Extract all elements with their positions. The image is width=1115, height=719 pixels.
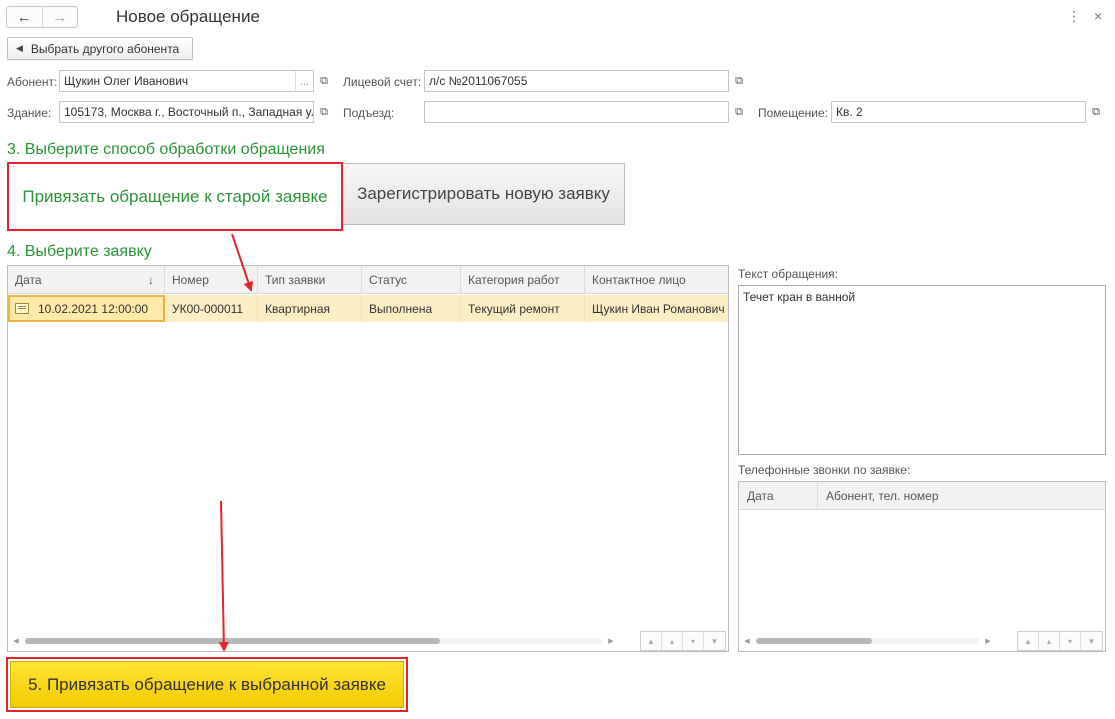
scroll-right-icon[interactable]: ▶ [606, 637, 616, 645]
account-field[interactable]: л/с №2011067055 [424, 70, 729, 92]
open-subscriber-icon[interactable]: ⧉ [315, 70, 333, 92]
calls-next-icon[interactable]: ▾ [1060, 632, 1081, 650]
calls-scroll-right-icon[interactable]: ▶ [983, 637, 993, 645]
horizontal-scrollbar[interactable]: ◀ ▶ [11, 636, 616, 646]
appeal-text-field[interactable]: Течет кран в ванной [738, 285, 1106, 455]
calls-column-subscriber[interactable]: Абонент, тел. номер [818, 482, 1105, 510]
back-arrow-icon[interactable]: ← [7, 7, 42, 27]
column-header-status[interactable]: Статус [362, 266, 461, 294]
step3-heading: 3. Выберите способ обработки обращения [7, 141, 325, 158]
first-page-icon[interactable]: ▲ [641, 632, 662, 650]
calls-table-header: Дата Абонент, тел. номер [739, 482, 1105, 510]
history-nav: ← → [6, 6, 78, 28]
open-room-icon[interactable]: ⧉ [1087, 101, 1105, 123]
choose-other-subscriber-label: Выбрать другого абонента [30, 41, 180, 56]
calls-nav-buttons: ▲ ▴ ▾ ▼ [1017, 631, 1103, 651]
cell-type[interactable]: Квартирная [258, 295, 362, 322]
prev-page-icon[interactable]: ▴ [662, 632, 683, 650]
cell-date[interactable]: 10.02.2021 12:00:00 [8, 295, 165, 322]
cell-category[interactable]: Текущий ремонт [461, 295, 585, 322]
room-value: Кв. 2 [836, 105, 863, 119]
account-label: Лицевой счет: [343, 75, 422, 89]
next-page-icon[interactable]: ▾ [683, 632, 704, 650]
more-menu-icon[interactable]: ⋮ [1067, 8, 1081, 25]
cell-contact[interactable]: Щукин Иван Романович [585, 295, 728, 322]
room-field[interactable]: Кв. 2 [831, 101, 1086, 123]
bind-to-selected-request-button[interactable]: 5. Привязать обращение к выбранной заявк… [6, 657, 408, 712]
column-header-date[interactable]: Дата ↓ [8, 266, 165, 294]
calls-scroll-left-icon[interactable]: ◀ [742, 637, 752, 645]
forward-arrow-icon[interactable]: → [41, 7, 78, 27]
register-new-request-option[interactable]: Зарегистрировать новую заявку [343, 163, 625, 225]
table-row[interactable]: 10.02.2021 12:00:00 УК00-000011 Квартирн… [8, 295, 728, 322]
calls-first-icon[interactable]: ▲ [1018, 632, 1039, 650]
cell-status[interactable]: Выполнена [362, 295, 461, 322]
select-dots-button[interactable]: ... [295, 71, 313, 91]
open-account-icon[interactable]: ⧉ [730, 70, 748, 92]
scroll-thumb[interactable] [25, 638, 441, 644]
appeal-text-label: Текст обращения: [738, 267, 839, 281]
building-value: 105173, Москва г., Восточный п., Западна… [64, 105, 313, 119]
table-nav-buttons: ▲ ▴ ▾ ▼ [640, 631, 726, 651]
requests-table-header: Дата ↓ Номер Тип заявки Статус Категория… [8, 266, 728, 294]
step4-heading: 4. Выберите заявку [7, 243, 152, 260]
subscriber-field[interactable]: Щукин Олег Иванович ... [59, 70, 314, 92]
room-label: Помещение: [758, 106, 828, 120]
last-page-icon[interactable]: ▼ [704, 632, 725, 650]
account-value: л/с №2011067055 [429, 74, 528, 88]
building-label: Здание: [7, 106, 52, 120]
calls-last-icon[interactable]: ▼ [1081, 632, 1102, 650]
building-field[interactable]: 105173, Москва г., Восточный п., Западна… [59, 101, 314, 123]
window-title: Новое обращение [116, 7, 260, 26]
close-icon[interactable]: × [1094, 8, 1102, 24]
column-header-number[interactable]: Номер [165, 266, 258, 294]
triangle-left-icon: ◀ [16, 43, 23, 53]
cell-number[interactable]: УК00-000011 [165, 295, 258, 322]
column-header-contact[interactable]: Контактное лицо [585, 266, 728, 294]
requests-table[interactable]: Дата ↓ Номер Тип заявки Статус Категория… [7, 265, 729, 652]
sort-desc-icon: ↓ [148, 273, 154, 287]
choose-other-subscriber-button[interactable]: ◀ Выбрать другого абонента [7, 37, 193, 60]
entrance-field[interactable] [424, 101, 729, 123]
calls-prev-icon[interactable]: ▴ [1039, 632, 1060, 650]
calls-column-date[interactable]: Дата [739, 482, 818, 510]
open-building-icon[interactable]: ⧉ [315, 101, 333, 123]
open-entrance-icon[interactable]: ⧉ [730, 101, 748, 123]
column-header-type[interactable]: Тип заявки [258, 266, 362, 294]
subscriber-value: Щукин Олег Иванович [64, 74, 189, 88]
calls-scroll-thumb[interactable] [756, 638, 872, 644]
calls-label: Телефонные звонки по заявке: [738, 463, 911, 477]
column-header-category[interactable]: Категория работ [461, 266, 585, 294]
calls-table[interactable]: Дата Абонент, тел. номер ◀ ▶ ▲ ▴ ▾ ▼ [738, 481, 1106, 652]
bind-to-old-request-option[interactable]: Привязать обращение к старой заявке [7, 162, 343, 231]
request-icon [15, 303, 29, 314]
subscriber-label: Абонент: [7, 75, 58, 89]
entrance-label: Подъезд: [343, 106, 395, 120]
bind-to-selected-request-label: 5. Привязать обращение к выбранной заявк… [10, 661, 404, 708]
scroll-left-icon[interactable]: ◀ [11, 637, 21, 645]
calls-horizontal-scrollbar[interactable]: ◀ ▶ [742, 636, 993, 646]
